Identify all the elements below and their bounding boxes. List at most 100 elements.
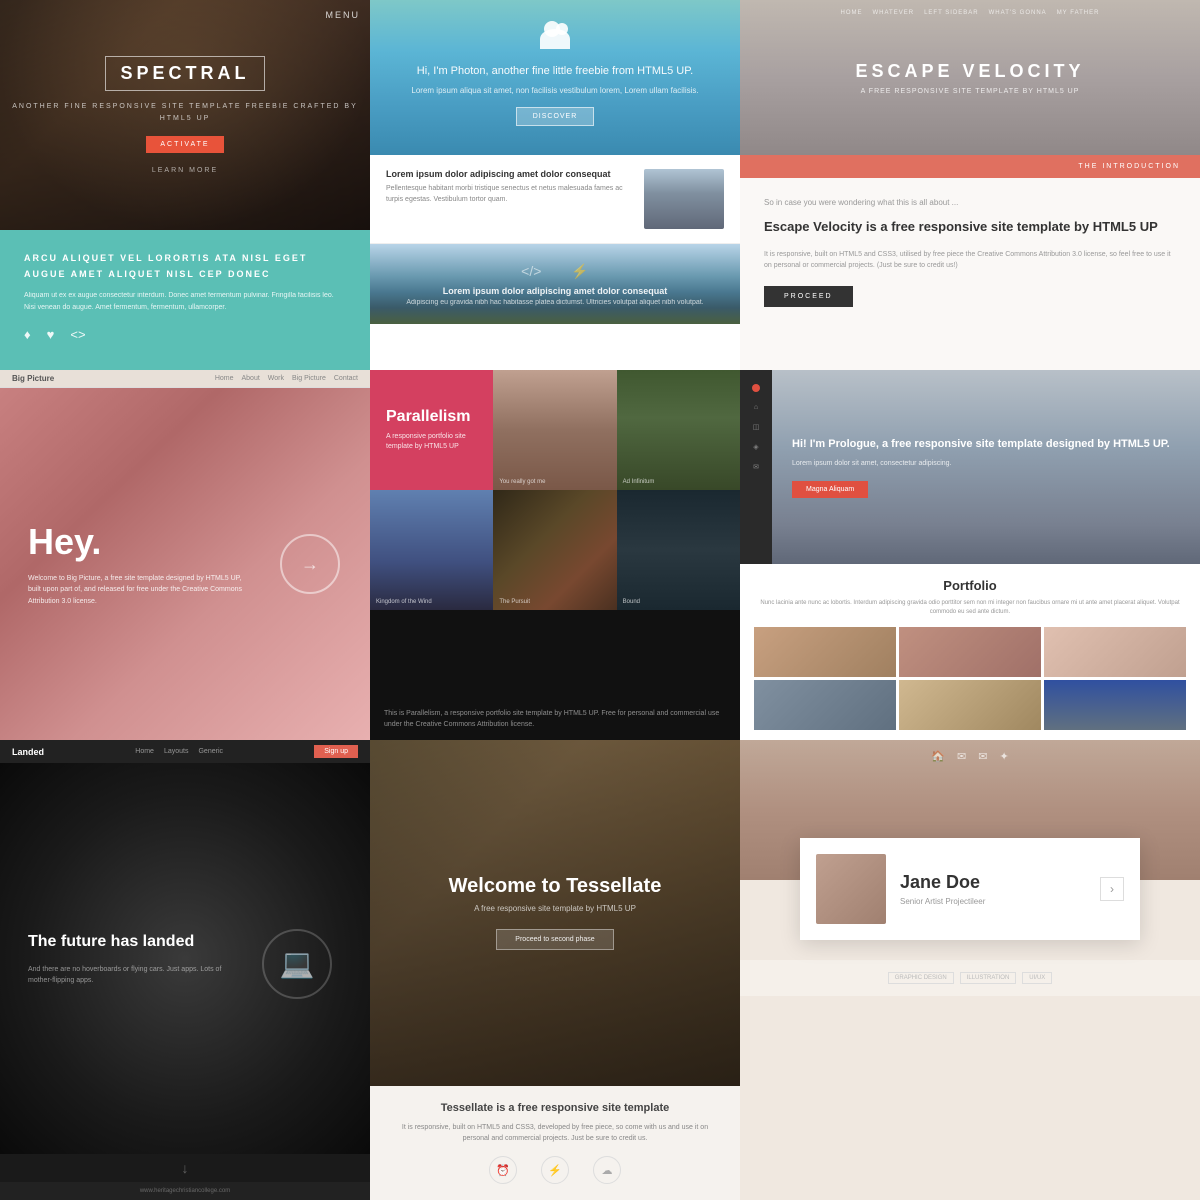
miniport-star-icon[interactable]: ✦	[999, 750, 1008, 763]
prologue-thumb-1[interactable]	[754, 627, 896, 677]
miniport-home-icon[interactable]: 🏠	[931, 750, 945, 763]
photon-greeting: Hi, I'm Photon, another fine little free…	[417, 63, 693, 81]
escape-nav-my[interactable]: MY FATHER	[1057, 10, 1100, 16]
prologue-home-icon[interactable]: ⌂	[754, 404, 758, 411]
parallelism-img-wind[interactable]: Kingdom of the Wind	[370, 490, 493, 610]
parallelism-img-ad[interactable]: Ad Infinitum	[617, 370, 740, 490]
prologue-about-icon[interactable]: ◈	[753, 443, 758, 451]
tessellate-icons-row: ⏰ ⚡ ☁	[390, 1156, 720, 1184]
escape-nav-home[interactable]: HOME	[841, 10, 863, 16]
miniport-cell: 🏠 ✉ ✉ ✦ Jane Doe Senior Artist Projectil…	[740, 740, 1200, 1200]
escape-hero: HOME WHATEVER LEFT SIDEBAR WHAT'S GONNA …	[740, 0, 1200, 155]
escape-intro-band: THE INTRODUCTION	[740, 155, 1200, 178]
miniport-arrow-button[interactable]: ›	[1100, 877, 1124, 901]
miniport-card: Jane Doe Senior Artist Projectileer ›	[800, 838, 1140, 940]
escape-nav: HOME WHATEVER LEFT SIDEBAR WHAT'S GONNA …	[740, 10, 1200, 16]
escape-content: So in case you were wondering what this …	[740, 178, 1200, 370]
miniport-envelope-icon[interactable]: ✉	[978, 750, 987, 763]
escape-nav-left[interactable]: LEFT SIDEBAR	[924, 10, 979, 16]
heart-icon: ♥	[47, 327, 55, 342]
prologue-thumb-2[interactable]	[899, 627, 1041, 677]
tessellate-title: Welcome to Tessellate	[449, 875, 662, 898]
spectral-menu: MENU	[326, 10, 361, 20]
parallelism-title-block: Parallelism A responsive portfolio site …	[370, 370, 493, 490]
miniport-name: Jane Doe	[900, 872, 985, 893]
landed-header: Landed Home Layouts Generic Sign up	[0, 740, 370, 763]
code-bracket-icon: </>	[521, 263, 541, 280]
tessellate-content: Tessellate is a free responsive site tem…	[370, 1086, 740, 1200]
prologue-brand-dot	[752, 384, 760, 392]
bigpicture-nav-home[interactable]: Home	[215, 375, 234, 382]
parallelism-caption-3: Kingdom of the Wind	[376, 599, 432, 605]
landed-signup-button[interactable]: Sign up	[314, 745, 358, 758]
photon-cell: Hi, I'm Photon, another fine little free…	[370, 0, 740, 370]
tessellate-clock-icon: ⏰	[489, 1156, 517, 1184]
prologue-portfolio-icon[interactable]: ◫	[753, 423, 760, 431]
landed-nav-generic[interactable]: Generic	[198, 748, 223, 755]
landed-laptop-graphic: 💻	[262, 929, 342, 989]
laptop-icon: 💻	[280, 947, 315, 980]
bigpicture-nav-about[interactable]: About	[242, 375, 260, 382]
code-icon: <>	[70, 327, 85, 342]
spectral-teal-text: Aliquam ut ex ex augue consectetur inter…	[24, 290, 346, 312]
spectral-hero: MENU SPECTRAL ANOTHER FINE RESPONSIVE SI…	[0, 0, 370, 230]
landed-nav-layouts[interactable]: Layouts	[164, 748, 189, 755]
tessellate-hero: Welcome to Tessellate A free responsive …	[370, 740, 740, 1086]
photon-hero: Hi, I'm Photon, another fine little free…	[370, 0, 740, 155]
miniport-tag-graphic[interactable]: GRAPHIC DESIGN	[888, 972, 954, 984]
prologue-title: Hi! I'm Prologue, a free responsive site…	[792, 436, 1170, 453]
photon-section-1-text: Pellentesque habitant morbi tristique se…	[386, 184, 632, 205]
tessellate-content-title: Tessellate is a free responsive site tem…	[390, 1102, 720, 1114]
tessellate-content-text: It is responsive, built on HTML5 and CSS…	[390, 1122, 720, 1144]
landed-arrow-down[interactable]: ↓	[0, 1154, 370, 1182]
escape-main-text: Escape Velocity is a free responsive sit…	[764, 217, 1176, 237]
prologue-portfolio-grid	[754, 627, 1186, 730]
tessellate-proceed-button[interactable]: Proceed to second phase	[496, 929, 613, 950]
spectral-teal-section: ARCU ALIQUET VEL LORORTIS ATA NISL EGET …	[0, 230, 370, 370]
bigpicture-nav: Home About Work Big Picture Contact	[215, 375, 358, 382]
escape-title: ESCAPE VELOCITY	[855, 61, 1084, 82]
spectral-learn-more[interactable]: LEARN MORE	[152, 167, 218, 174]
miniport-info: Jane Doe Senior Artist Projectileer	[900, 872, 985, 906]
spectral-teal-heading: ARCU ALIQUET VEL LORORTIS ATA NISL EGET …	[24, 250, 346, 282]
parallelism-subtitle: A responsive portfolio site template by …	[386, 432, 477, 453]
photon-content: Lorem ipsum dolor adipiscing amet dolor …	[370, 155, 740, 370]
landed-nav-home[interactable]: Home	[135, 748, 154, 755]
prologue-thumb-6[interactable]	[1044, 680, 1186, 730]
parallelism-img-pursuit[interactable]: The Pursuit	[493, 490, 616, 610]
photon-mountain-section: </> ⚡ Lorem ipsum dolor adipiscing amet …	[370, 244, 740, 324]
parallelism-title: Parallelism	[386, 408, 477, 426]
prologue-thumb-4[interactable]	[754, 680, 896, 730]
photon-section-1-title: Lorem ipsum dolor adipiscing amet dolor …	[386, 169, 632, 179]
prologue-magna-button[interactable]: Magna Aliquam	[792, 481, 868, 498]
parallelism-img-bound[interactable]: Bound	[617, 490, 740, 610]
escape-proceed-button[interactable]: PROCEED	[764, 286, 853, 307]
prologue-thumb-3[interactable]	[1044, 627, 1186, 677]
escape-nav-what[interactable]: WHAT'S GONNA	[989, 10, 1047, 16]
landed-logo: Landed	[12, 747, 44, 757]
bigpicture-nav-work[interactable]: Work	[268, 375, 284, 382]
miniport-tag-illustration[interactable]: ILLUSTRATION	[960, 972, 1017, 984]
diamond-icon: ♦	[24, 327, 31, 342]
tessellate-bolt-icon: ⚡	[541, 1156, 569, 1184]
bigpicture-nav-contact[interactable]: Contact	[334, 375, 358, 382]
prologue-thumb-5[interactable]	[899, 680, 1041, 730]
escape-nav-whatever[interactable]: WHATEVER	[873, 10, 915, 16]
prologue-contact-icon[interactable]: ✉	[753, 463, 759, 471]
landed-cell: Landed Home Layouts Generic Sign up The …	[0, 740, 370, 1200]
bigpicture-nav-bigpic[interactable]: Big Picture	[292, 375, 326, 382]
miniport-tag-uiux[interactable]: UI/UX	[1022, 972, 1052, 984]
bigpicture-circle[interactable]: →	[280, 534, 340, 594]
photon-text-block-1: Lorem ipsum dolor adipiscing amet dolor …	[386, 169, 632, 205]
escape-by-text: It is responsive, built on HTML5 and CSS…	[764, 249, 1176, 271]
miniport-mail-icon[interactable]: ✉	[957, 750, 966, 763]
prologue-portfolio-title: Portfolio	[754, 578, 1186, 593]
miniport-bottom: GRAPHIC DESIGN ILLUSTRATION UI/UX	[740, 960, 1200, 996]
spectral-activate-button[interactable]: ACTIVATE	[146, 136, 223, 153]
miniport-avatar	[816, 854, 886, 924]
prologue-hero: Hi! I'm Prologue, a free responsive site…	[772, 370, 1200, 564]
parallelism-img-you[interactable]: You really got me	[493, 370, 616, 490]
spectral-title: SPECTRAL	[105, 56, 264, 91]
parallelism-caption-5: Bound	[623, 599, 640, 605]
photon-discover-button[interactable]: DISCOVER	[516, 107, 595, 126]
